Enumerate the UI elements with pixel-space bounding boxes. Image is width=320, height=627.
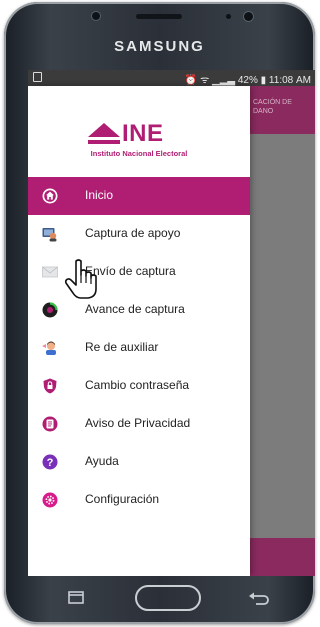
capture-support-icon <box>42 228 57 242</box>
lock-icon <box>43 378 57 394</box>
progress-icon <box>42 302 58 318</box>
notification-icon <box>33 72 42 82</box>
ine-logo-icon <box>88 123 120 144</box>
logo-subtitle: Instituto Nacional Electoral <box>90 149 188 158</box>
menu-item-label: Aviso de Privacidad <box>85 416 191 430</box>
top-bezel: SAMSUNG <box>4 2 315 70</box>
menu-item-label: Configuración <box>85 492 160 506</box>
menu-item-label: Cambio contraseña <box>85 378 190 392</box>
help-icon: ? <box>42 454 58 470</box>
ine-logo: INE Instituto Nacional Electoral <box>84 120 194 160</box>
home-icon <box>42 188 58 204</box>
svg-text:?: ? <box>47 457 54 469</box>
device-brand: SAMSUNG <box>114 38 205 55</box>
back-button[interactable] <box>248 590 270 606</box>
menu-item-inicio[interactable]: Inicio <box>28 177 250 215</box>
phone-frame: SAMSUNG ⏰ ᯤ ▁▂▃ 42% ▮ 11:08 AM CACIÓN DE… <box>4 2 315 624</box>
menu-item-label: Captura de apoyo <box>85 226 181 240</box>
auxiliary-icon <box>42 341 56 355</box>
menu-item-label: Re de auxiliar <box>85 340 159 354</box>
menu-item-label: Inicio <box>85 188 114 202</box>
status-indicators: ⏰ ᯤ ▁▂▃ 42% ▮ 11:08 AM <box>184 75 311 86</box>
menu-item-ayuda[interactable]: ? Ayuda <box>28 443 250 481</box>
light-sensor <box>244 12 253 21</box>
menu-item-aviso-de-privacidad[interactable]: Aviso de Privacidad <box>28 405 250 443</box>
recent-apps-button[interactable] <box>68 591 84 604</box>
background-header-text: CACIÓN DE DANO <box>253 99 292 115</box>
menu-item-configuracion[interactable]: Configuración <box>28 481 250 519</box>
status-bar: ⏰ ᯤ ▁▂▃ 42% ▮ 11:08 AM <box>28 70 315 86</box>
menu-item-captura-de-apoyo[interactable]: Captura de apoyo <box>28 215 250 253</box>
envelope-icon <box>42 266 58 278</box>
logo-name: INE <box>122 120 164 147</box>
menu-item-label: Avance de captura <box>85 302 185 316</box>
proximity-sensor <box>226 14 231 19</box>
drawer-menu: Inicio Captura de apoyo Envío de captura… <box>28 177 250 519</box>
screen: ⏰ ᯤ ▁▂▃ 42% ▮ 11:08 AM CACIÓN DE DANO IN… <box>28 70 315 576</box>
navigation-drawer: INE Instituto Nacional Electoral Inicio <box>28 86 250 576</box>
menu-item-envio-de-captura[interactable]: Envío de captura <box>28 253 250 291</box>
hand-pointer-icon <box>64 259 97 299</box>
front-camera <box>92 12 100 20</box>
home-button[interactable] <box>135 585 201 611</box>
privacy-icon <box>42 416 58 432</box>
menu-item-label: Ayuda <box>85 454 119 468</box>
menu-item-cambio-contrasena[interactable]: Cambio contraseña <box>28 367 250 405</box>
settings-icon <box>42 492 58 508</box>
menu-item-label: Envío de captura <box>85 264 176 278</box>
earpiece-speaker <box>136 14 182 19</box>
menu-item-avance-de-captura[interactable]: Avance de captura <box>28 291 250 329</box>
menu-item-registro-de-auxiliar[interactable]: Re de auxiliar <box>28 329 250 367</box>
